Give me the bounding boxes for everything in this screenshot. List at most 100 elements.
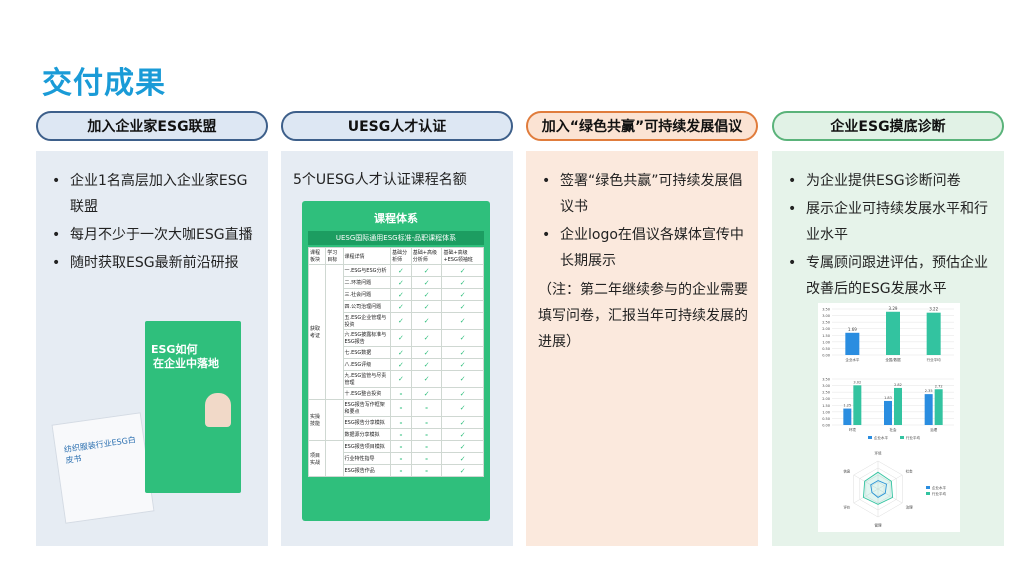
course-col-header: 课程详情 — [342, 247, 392, 265]
course-item: ESG报告写作框架和要点 — [342, 399, 392, 417]
course-section: 实操技能 — [307, 399, 327, 441]
course-item: 七.ESG数据 — [342, 346, 392, 359]
header-esg-diagnosis: 企业ESG摸底诊断 — [772, 111, 1004, 141]
course-subtitle: UESG国际通用ESG标准-品职课程体系 — [308, 231, 484, 245]
data-label: 1.25 — [843, 404, 851, 408]
header-green-initiative: 加入“绿色共赢”可持续发展倡议 — [526, 111, 758, 141]
tick-label: 社会 — [890, 427, 898, 432]
list-item: 企业logo在倡议各媒体宣传中长期展示 — [536, 222, 754, 274]
course-section: 项目实战 — [307, 440, 327, 477]
livestream-poster-image: ESG如何 在企业中落地 — [145, 321, 241, 493]
course-section: 获取考证 — [307, 264, 327, 400]
course-item: ESG报告项目模拟 — [342, 440, 392, 453]
list-item: 企业1名高层加入企业家ESG联盟 — [46, 168, 261, 220]
data-label: 2.72 — [935, 384, 943, 388]
radar-label: 社会 — [906, 469, 913, 474]
course-table: 课程板块 学习目标 课程详情 基础分析师 基础+高级分析师 基础+高级+ESG领… — [307, 247, 484, 477]
tick-label: 治理 — [930, 427, 937, 432]
legend-swatch — [868, 436, 872, 439]
alliance-bullets: 企业1名高层加入企业家ESG联盟 每月不少于一次大咖ESG直播 随时获取ESG最… — [46, 168, 261, 278]
course-item: 六.ESG披露标准与ESG报告 — [342, 329, 392, 347]
chart-bar — [845, 332, 860, 355]
chart-bar — [894, 387, 902, 425]
course-item: 二.环境问题 — [342, 276, 392, 289]
list-item: 随时获取ESG最新前沿研报 — [46, 250, 261, 276]
diagnosis-charts: 0.00 0.50 1.00 1.50 2.00 2.50 3.00 3.50 1.69 企业水平… — [822, 306, 954, 528]
chart-bar — [924, 394, 933, 425]
legend-swatch — [926, 492, 930, 495]
booklet-title: 纺织服装行业ESG白皮书 — [63, 435, 137, 466]
list-item: 为企业提供ESG诊断问卷 — [782, 168, 1000, 194]
legend-label: 行业平均 — [932, 491, 946, 496]
course-item: 八.ESG评级 — [342, 358, 392, 371]
legend-label: 行业平均 — [906, 435, 920, 440]
tick-label: 行业平均 — [927, 357, 941, 362]
tick-label: 全国/数据 — [885, 357, 901, 362]
course-item: 九.ESG监管与尽责管理 — [342, 370, 392, 388]
list-item: 展示企业可持续发展水平和行业水平 — [782, 196, 1000, 248]
legend-label: 企业水平 — [874, 435, 888, 440]
tick-label: 1.00 — [822, 410, 830, 414]
tick-label: 2.50 — [822, 391, 830, 395]
header-esg-alliance: 加入企业家ESG联盟 — [36, 111, 268, 141]
legend-label: 企业水平 — [932, 485, 946, 490]
radar-label: 评价 — [843, 505, 851, 510]
chart-bar — [886, 311, 900, 355]
tick-label: 3.50 — [822, 378, 830, 382]
tick-label: 1.00 — [822, 340, 830, 344]
course-col-header: 学习目标 — [325, 247, 344, 265]
course-col-header: 基础+高级+ESG领袖班 — [441, 247, 484, 265]
chart-bar — [843, 408, 852, 425]
header-label: 加入“绿色共赢”可持续发展倡议 — [541, 119, 743, 135]
header-label: 加入企业家ESG联盟 — [87, 119, 217, 135]
chart-bar — [934, 389, 943, 425]
course-col-header: 基础+高级分析师 — [410, 247, 443, 265]
chart-bar — [884, 400, 892, 425]
data-label: 3.22 — [929, 307, 938, 312]
radar-label: 治理 — [906, 505, 913, 510]
list-item: 每月不少于一次大咖ESG直播 — [46, 222, 261, 248]
header-label: UESG人才认证 — [347, 119, 447, 135]
initiative-note: （注：第二年继续参与的企业需要填写问卷，汇报当年可持续发展的进展） — [538, 282, 748, 350]
certification-text: 5个UESG人才认证课程名额 — [293, 172, 467, 188]
tick-label: 0.00 — [822, 424, 830, 428]
initiative-bullets: 签署“绿色共赢”可持续发展倡议书 企业logo在倡议各媒体宣传中长期展示 — [536, 168, 754, 276]
course-item: 五.ESG企业管理与投资 — [342, 312, 392, 330]
course-col-header: 基础分析师 — [390, 247, 412, 265]
course-title: 课程体系 — [374, 212, 418, 225]
chart-bar — [926, 312, 941, 355]
header-label: 企业ESG摸底诊断 — [830, 119, 946, 135]
page-title: 交付成果 — [42, 66, 166, 101]
tick-label: 0.00 — [822, 354, 830, 358]
tick-label: 2.50 — [822, 321, 830, 325]
tick-label: 0.50 — [822, 347, 830, 351]
tick-label: 3.00 — [822, 384, 830, 388]
tick-label: 2.00 — [822, 327, 830, 331]
course-item: 行业特性指导 — [342, 452, 392, 465]
data-label: 3.02 — [853, 380, 861, 384]
list-item: 签署“绿色共赢”可持续发展倡议书 — [536, 168, 754, 220]
tick-label: 2.00 — [822, 397, 830, 401]
course-item: 十.ESG整合投资 — [342, 387, 392, 400]
list-item: 专属顾问跟进评估，预估企业改善后的ESG发展水平 — [782, 250, 1000, 302]
course-item: 三.社会问题 — [342, 288, 392, 301]
radar-label: 信息 — [843, 469, 851, 474]
data-label: 2.35 — [925, 389, 933, 393]
legend-swatch — [900, 436, 904, 439]
course-system-image: 课程体系 UESG国际通用ESG标准-品职课程体系 课程板块 学习目标 课程详情… — [302, 201, 490, 521]
course-item: 数据源分享模拟 — [342, 428, 392, 441]
radar-series — [862, 471, 894, 505]
tick-label: 企业水平 — [845, 357, 860, 362]
data-label: 1.69 — [848, 327, 857, 332]
course-item: ESG报告分享模拟 — [342, 416, 392, 429]
whitepaper-image: 纺织服装行业ESG白皮书 — [51, 412, 155, 524]
data-label: 2.82 — [894, 383, 902, 387]
course-item: 四.公司治理问题 — [342, 300, 392, 313]
header-uesg-certification: UESG人才认证 — [281, 111, 513, 141]
tick-label: 3.00 — [822, 314, 830, 318]
data-label: 3.29 — [889, 306, 898, 311]
speaker-photo — [205, 393, 231, 427]
radar-label: 环境 — [875, 451, 883, 456]
chart-bar — [853, 385, 862, 425]
radar-label: 管理 — [875, 523, 883, 528]
